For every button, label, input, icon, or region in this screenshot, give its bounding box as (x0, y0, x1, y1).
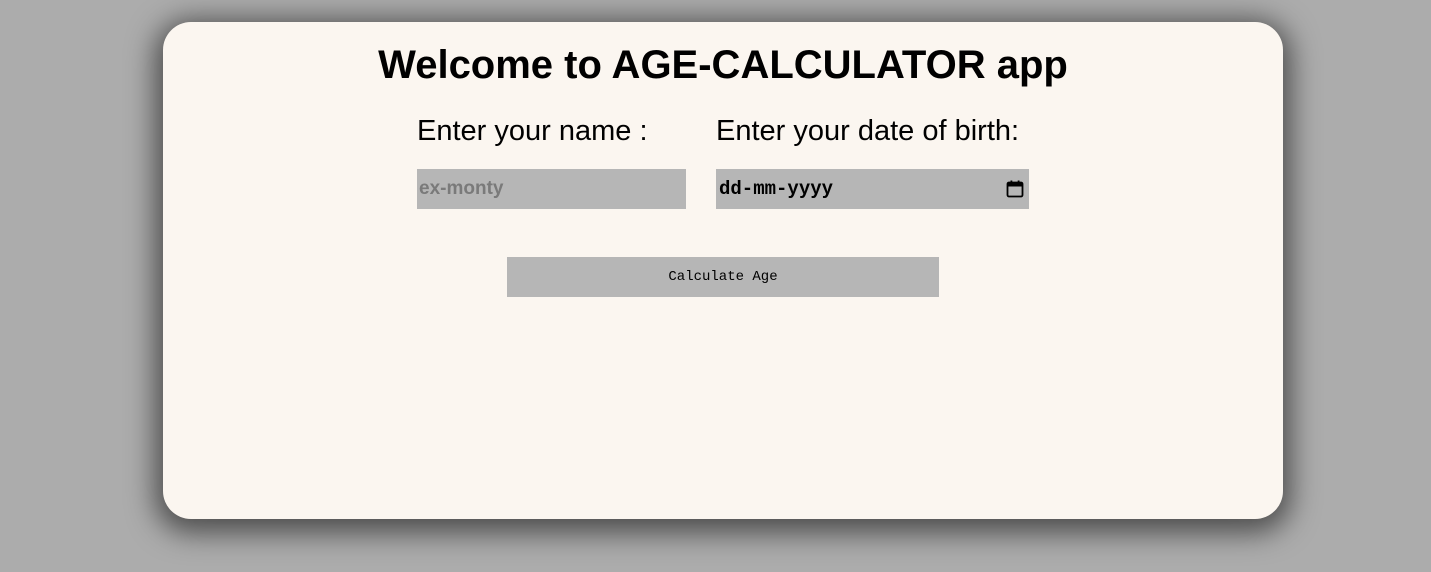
dob-label: Enter your date of birth: (716, 115, 1020, 147)
name-input[interactable] (417, 169, 686, 209)
dob-input[interactable]: dd-mm-yyyy (716, 169, 1029, 209)
name-label: Enter your name : (417, 115, 648, 147)
age-calculator-card: Welcome to AGE-CALCULATOR app Enter your… (163, 22, 1283, 519)
name-field-container (417, 169, 686, 209)
page-title: Welcome to AGE-CALCULATOR app (378, 43, 1068, 87)
dob-input-text: dd-mm-yyyy (719, 178, 834, 200)
calculate-age-button[interactable]: Calculate Age (507, 257, 939, 297)
calendar-icon[interactable] (1005, 179, 1025, 199)
